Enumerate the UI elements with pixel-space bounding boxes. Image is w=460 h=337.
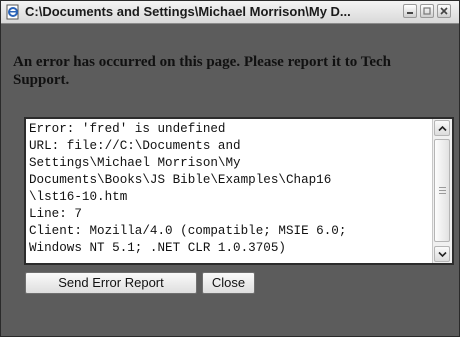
minimize-icon xyxy=(407,12,413,14)
error-details-text[interactable]: Error: 'fred' is undefined URL: file://C… xyxy=(29,121,432,263)
chevron-down-icon xyxy=(438,251,447,258)
scroll-down-button[interactable] xyxy=(434,246,450,262)
send-error-report-button[interactable]: Send Error Report xyxy=(25,272,197,294)
scroll-up-button[interactable] xyxy=(434,120,450,136)
scrollbar-thumb[interactable] xyxy=(434,139,450,242)
close-icon xyxy=(440,7,448,15)
grip-line xyxy=(439,193,446,194)
minimize-button[interactable] xyxy=(403,4,417,18)
error-message: An error has occurred on this page. Plea… xyxy=(13,54,392,88)
close-window-button[interactable] xyxy=(437,4,451,18)
close-button[interactable]: Close xyxy=(202,272,255,294)
title-bar[interactable]: C:\Documents and Settings\Michael Morris… xyxy=(1,1,459,24)
vertical-scrollbar[interactable] xyxy=(432,119,452,263)
maximize-icon xyxy=(423,7,431,15)
error-details-box[interactable]: Error: 'fred' is undefined URL: file://C… xyxy=(24,117,454,265)
window-title: C:\Documents and Settings\Michael Morris… xyxy=(25,4,351,19)
error-dialog-window: C:\Documents and Settings\Michael Morris… xyxy=(0,0,460,337)
grip-line xyxy=(439,190,446,191)
chevron-up-icon xyxy=(438,125,447,132)
grip-line xyxy=(439,187,446,188)
maximize-button[interactable] xyxy=(420,4,434,18)
ie-page-icon xyxy=(5,4,21,20)
